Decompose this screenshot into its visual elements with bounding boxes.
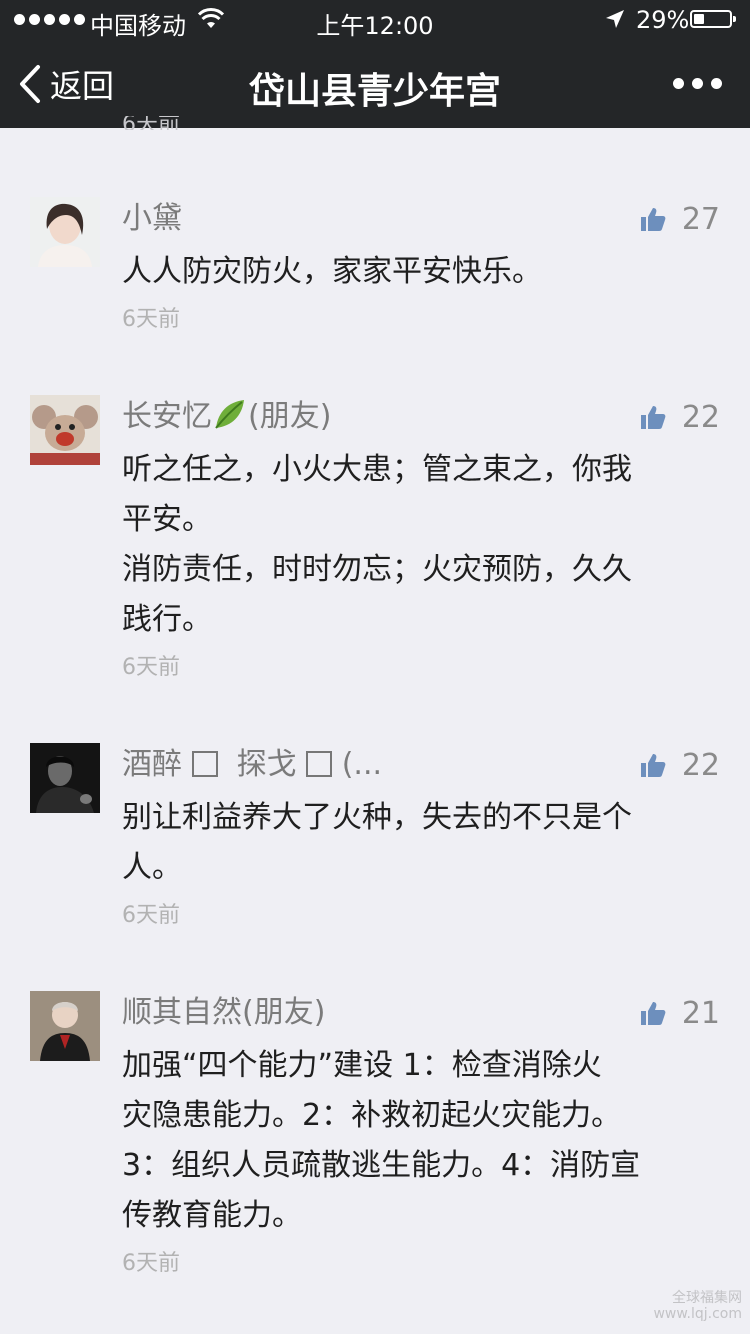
- comment-line: 平安。: [122, 502, 212, 537]
- friend-tag: (朋友): [248, 399, 332, 434]
- comment-time: 6天前: [122, 1251, 180, 1276]
- leaf-emoji-icon: [215, 400, 244, 429]
- user-avatar-icon: [30, 743, 100, 813]
- thumbs-up-icon: [640, 754, 666, 777]
- user-avatar-icon: [30, 991, 100, 1061]
- comment-line: 传教育能力。: [122, 1198, 302, 1233]
- username-text: 酒醉: [122, 747, 182, 782]
- more-dot-icon: [692, 78, 703, 89]
- comment-line: 别让利益养大了火种，失去的不只是个: [122, 800, 632, 835]
- comment-text: 加强“四个能力”建设 1：检查消除火 灾隐患能力。2：补救初起火灾能力。 3：组…: [122, 1041, 712, 1241]
- comment-time: 6天前: [122, 307, 180, 332]
- unknown-glyph-icon: [191, 751, 218, 777]
- comment-username[interactable]: 长安忆 (朋友): [122, 395, 331, 439]
- battery-percent: 29%: [636, 6, 690, 34]
- like-count: 27: [681, 201, 720, 237]
- top-bar: 中国移动 上午12:00 29% 返回 岱山县青少年宫: [0, 0, 750, 128]
- comment-line: 人人防灾防火，家家平安快乐。: [122, 254, 542, 289]
- avatar[interactable]: [30, 197, 100, 267]
- thumbs-up-icon: [640, 406, 666, 429]
- avatar[interactable]: [30, 395, 100, 465]
- comment-line: 人。: [122, 850, 182, 885]
- comment-line: 听之任之，小火大患；管之束之，你我: [122, 452, 632, 487]
- comment-text: 听之任之，小火大患；管之束之，你我 平安。 消防责任，时时勿忘；火灾预防，久久 …: [122, 445, 712, 645]
- like-count: 22: [681, 399, 720, 435]
- avatar[interactable]: [30, 743, 100, 813]
- like-button[interactable]: 21: [640, 991, 720, 1035]
- username-truncated: (...: [341, 747, 383, 782]
- more-dot-icon: [711, 78, 722, 89]
- comment-username[interactable]: 顺其自然(朋友): [122, 991, 325, 1035]
- like-count: 22: [681, 747, 720, 783]
- comment-username[interactable]: 酒醉 探戈 (...: [122, 743, 382, 787]
- user-avatar-icon: [30, 197, 100, 267]
- comment-text: 别让利益养大了火种，失去的不只是个 人。: [122, 793, 712, 893]
- like-count: 21: [681, 995, 720, 1031]
- more-options-button[interactable]: [673, 78, 722, 89]
- user-avatar-icon: [30, 395, 100, 465]
- comment-username[interactable]: 小黛: [122, 197, 182, 241]
- like-button[interactable]: 27: [640, 197, 720, 241]
- more-dot-icon: [673, 78, 684, 89]
- navigation-bar: 返回 岱山县青少年宫: [0, 40, 750, 128]
- comment-line: 加强“四个能力”建设 1：检查消除火: [122, 1048, 602, 1083]
- thumbs-up-icon: [640, 208, 666, 231]
- username-text: 探戈: [236, 747, 297, 782]
- status-bar: 中国移动 上午12:00 29%: [0, 0, 750, 40]
- comment-line: 灾隐患能力。2：补救初起火灾能力。: [122, 1098, 622, 1133]
- like-button[interactable]: 22: [640, 395, 720, 439]
- username-text: 长安忆: [122, 399, 212, 434]
- location-arrow-icon: [606, 10, 624, 28]
- comment-text: 人人防灾防火，家家平安快乐。: [122, 247, 712, 297]
- thumbs-up-icon: [640, 1002, 666, 1025]
- battery-icon: [690, 10, 736, 28]
- avatar[interactable]: [30, 991, 100, 1061]
- comment-line: 消防责任，时时勿忘；火灾预防，久久: [122, 552, 632, 587]
- watermark: 全球福集网 www.lqj.com: [653, 1290, 742, 1322]
- comment-time: 6天前: [122, 903, 180, 928]
- unknown-glyph-icon: [306, 751, 333, 777]
- watermark-line: www.lqj.com: [653, 1306, 742, 1322]
- comment-line: 3：组织人员疏散逃生能力。4：消防宣: [122, 1148, 641, 1183]
- comment-time: 6天前: [122, 655, 180, 680]
- previous-comment-time-partial: 6天前: [122, 116, 180, 130]
- page-title: 岱山县青少年宫: [248, 71, 501, 112]
- comment-line: 践行。: [122, 602, 212, 637]
- watermark-line: 全球福集网: [672, 1290, 742, 1306]
- like-button[interactable]: 22: [640, 743, 720, 787]
